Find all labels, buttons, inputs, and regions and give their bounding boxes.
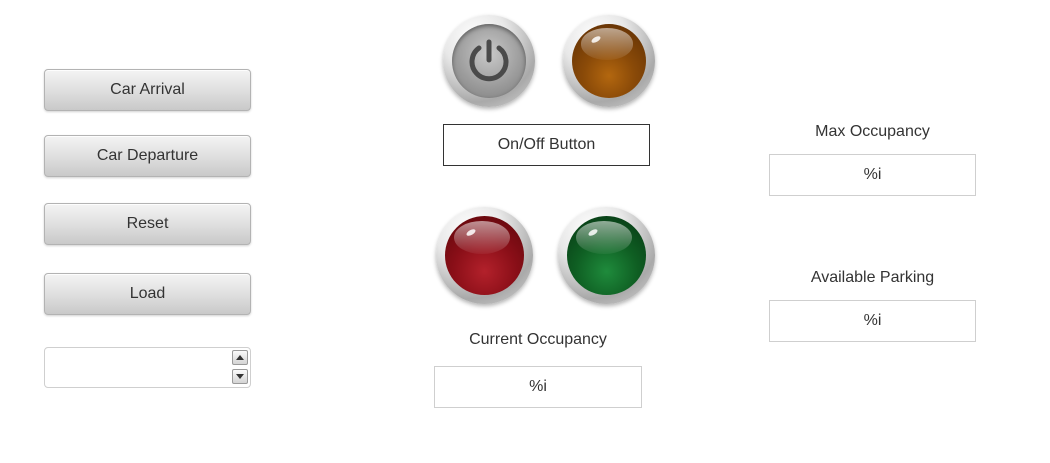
led-gloss <box>454 220 510 254</box>
car-departure-button[interactable]: Car Departure <box>44 135 251 177</box>
power-icon <box>469 39 509 82</box>
power-button[interactable] <box>443 15 535 107</box>
red-led-face <box>445 216 524 295</box>
arrow-down-icon <box>236 374 244 379</box>
spinner-up-button[interactable] <box>232 350 248 365</box>
max-occupancy-label: Max Occupancy <box>815 123 930 140</box>
orange-led-face <box>572 24 646 98</box>
power-button-face <box>452 24 526 98</box>
reset-button[interactable]: Reset <box>44 203 251 245</box>
current-occupancy-value: %i <box>434 366 642 408</box>
load-button[interactable]: Load <box>44 273 251 315</box>
spinner-down-button[interactable] <box>232 369 248 384</box>
spinner-input[interactable] <box>51 354 225 383</box>
max-occupancy-value: %i <box>769 154 976 196</box>
available-parking-label: Available Parking <box>810 269 935 286</box>
available-parking-value: %i <box>769 300 976 342</box>
led-gloss <box>580 28 633 60</box>
led-gloss <box>576 220 632 254</box>
green-led-face <box>567 216 646 295</box>
car-arrival-button[interactable]: Car Arrival <box>44 69 251 111</box>
orange-indicator-light <box>563 15 655 107</box>
numeric-spinner <box>44 347 251 388</box>
green-indicator-light <box>558 207 655 304</box>
red-indicator-light <box>436 207 533 304</box>
arrow-up-icon <box>236 355 244 360</box>
current-occupancy-label: Current Occupancy <box>469 331 607 348</box>
onoff-button-label: On/Off Button <box>443 124 650 166</box>
